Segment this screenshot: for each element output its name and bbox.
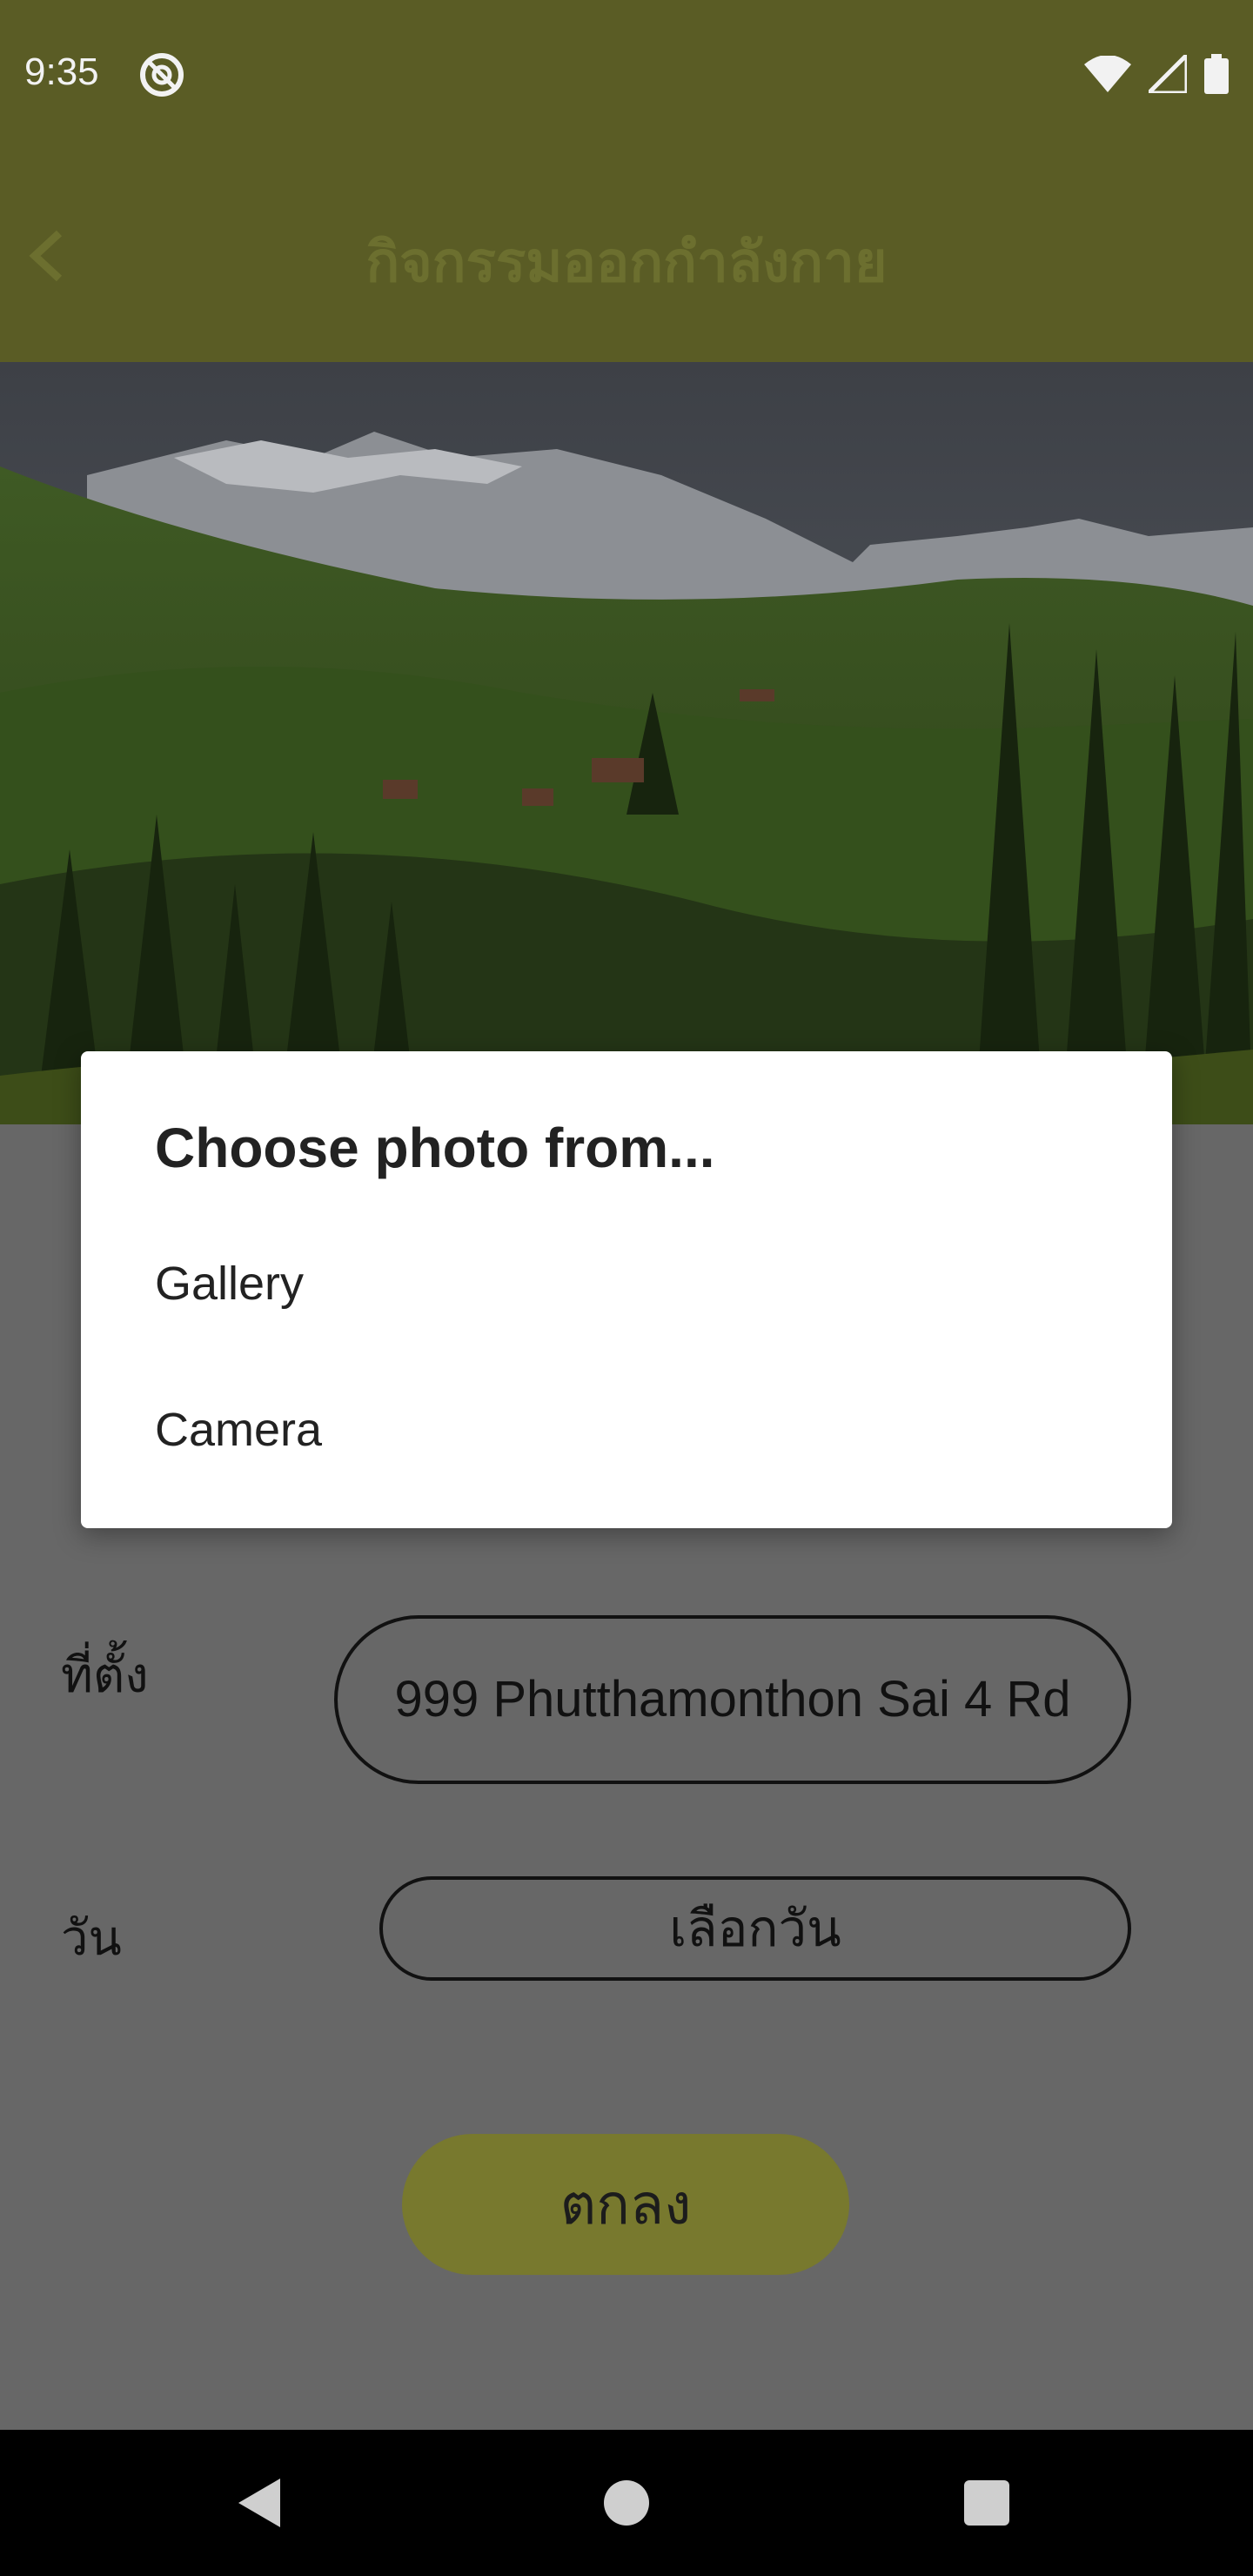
date-label: วัน [61,1910,122,1967]
date-value: เลือกวัน [669,1899,841,1958]
gallery-option[interactable]: Gallery [155,1257,304,1311]
status-bar: 9:35 [0,0,1253,153]
submit-button[interactable]: ตกลง [402,2134,849,2275]
notification-app-icon [139,52,184,102]
date-picker-button[interactable]: เลือกวัน [379,1876,1131,1981]
choose-photo-dialog: Choose photo from... Gallery Camera [81,1051,1172,1528]
cover-photo[interactable] [0,362,1253,1124]
camera-option[interactable]: Camera [155,1403,322,1457]
location-field[interactable]: 999 Phutthamonthon Sai 4 Rd [334,1615,1131,1784]
nav-recents-icon[interactable] [964,2480,1009,2526]
nav-back-icon[interactable] [235,2475,284,2535]
nav-home-icon[interactable] [604,2480,649,2526]
status-time: 9:35 [24,50,99,93]
page-title: กิจกรรมออกกำลังกาย [365,231,888,295]
battery-icon [1204,54,1229,98]
wifi-icon [1084,55,1131,97]
cellular-signal-icon [1142,49,1189,97]
location-label: ที่ตั้ง [61,1647,149,1704]
location-value: 999 Phutthamonthon Sai 4 Rd [394,1671,1071,1727]
dialog-title: Choose photo from... [155,1117,715,1179]
submit-label: ตกลง [559,2173,692,2237]
